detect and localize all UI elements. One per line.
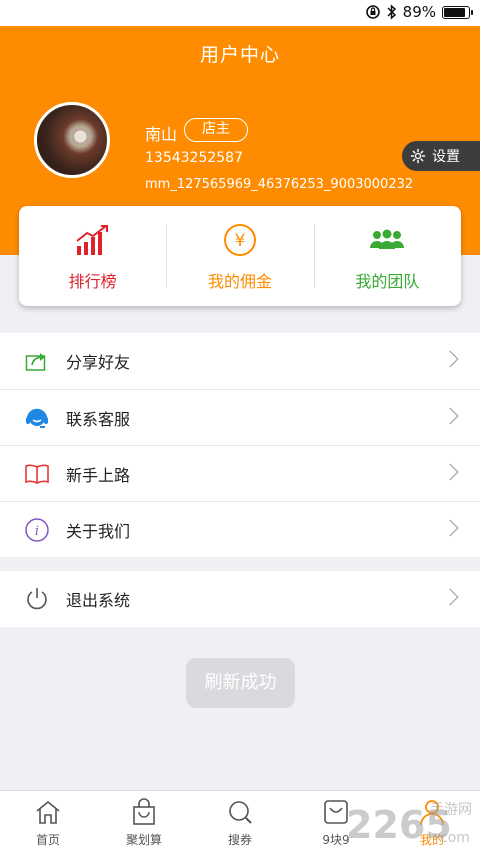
avatar[interactable] [34, 102, 110, 178]
book-icon [24, 461, 50, 487]
chevron-right-icon [441, 463, 459, 481]
gear-icon [410, 148, 426, 164]
commission-label: 我的佣金 [207, 272, 272, 291]
settings-label: 设置 [432, 149, 460, 165]
status-icons: 89% [365, 3, 473, 21]
battery-percent: 89% [402, 3, 436, 21]
user-name: 南山 [145, 125, 178, 144]
quick-actions-card: 排行榜 ¥ 我的佣金 我的团队 [19, 206, 461, 306]
team-label: 我的团队 [355, 272, 420, 291]
tab-label: 聚划算 [125, 833, 162, 847]
menu-list: 分享好友 联系客服 新手上路 i 关于我们 [0, 333, 480, 557]
menu-item-share[interactable]: 分享好友 [0, 333, 480, 389]
menu-label: 关于我们 [66, 521, 131, 541]
logout-label: 退出系统 [66, 591, 131, 610]
ranking-label: 排行榜 [68, 272, 117, 291]
toast-message: 刷新成功 [186, 658, 295, 708]
menu-item-beginner[interactable]: 新手上路 [0, 445, 480, 501]
role-badge: 店主 [184, 118, 248, 142]
user-pid: mm_127565969_46376253_9003000232 [145, 177, 414, 192]
bluetooth-icon [387, 4, 396, 20]
home-icon [33, 797, 63, 827]
customer-service-icon [24, 405, 50, 431]
user-phone: 13543252587 [145, 150, 243, 166]
rotation-lock-icon [365, 5, 380, 19]
share-icon [24, 348, 50, 374]
team-button[interactable]: 我的团队 [313, 206, 461, 306]
chevron-right-icon [441, 350, 459, 368]
team-icon [369, 224, 405, 256]
menu-item-support[interactable]: 联系客服 [0, 389, 480, 445]
settings-button[interactable]: 设置 [402, 141, 480, 171]
yuan-coin-icon: ¥ [222, 224, 258, 256]
svg-text:com: com [440, 830, 470, 846]
svg-text:¥: ¥ [235, 231, 246, 251]
ranking-button[interactable]: 排行榜 [19, 206, 166, 306]
power-icon [24, 586, 50, 612]
shopping-bag-icon [129, 797, 159, 827]
info-icon: i [24, 517, 50, 543]
menu-label: 新手上路 [66, 465, 131, 485]
tab-juhuasuan[interactable]: 聚划算 [96, 791, 192, 854]
svg-text:手游网: 手游网 [430, 802, 472, 818]
menu-label: 分享好友 [66, 353, 131, 372]
menu-item-about[interactable]: i 关于我们 [0, 501, 480, 557]
menu-label: 联系客服 [66, 409, 131, 429]
watermark-logo: 2265 手游网 com [346, 802, 472, 847]
chevron-right-icon [441, 407, 459, 425]
tab-home[interactable]: 首页 [0, 791, 96, 854]
tab-search[interactable]: 搜券 [192, 791, 288, 854]
ranking-chart-icon [75, 224, 111, 256]
search-icon [225, 797, 255, 827]
page-title: 用户中心 [199, 44, 280, 66]
logout-group: 退出系统 [0, 571, 480, 627]
status-bar: 89% [0, 0, 480, 26]
chevron-right-icon [441, 588, 459, 606]
chevron-right-icon [441, 519, 459, 537]
battery-icon [442, 5, 473, 19]
logout-button[interactable]: 退出系统 [0, 571, 480, 627]
commission-button[interactable]: ¥ 我的佣金 [166, 206, 313, 306]
tab-label: 首页 [35, 833, 60, 847]
tab-label: 搜券 [227, 833, 252, 847]
svg-text:i: i [35, 524, 39, 539]
